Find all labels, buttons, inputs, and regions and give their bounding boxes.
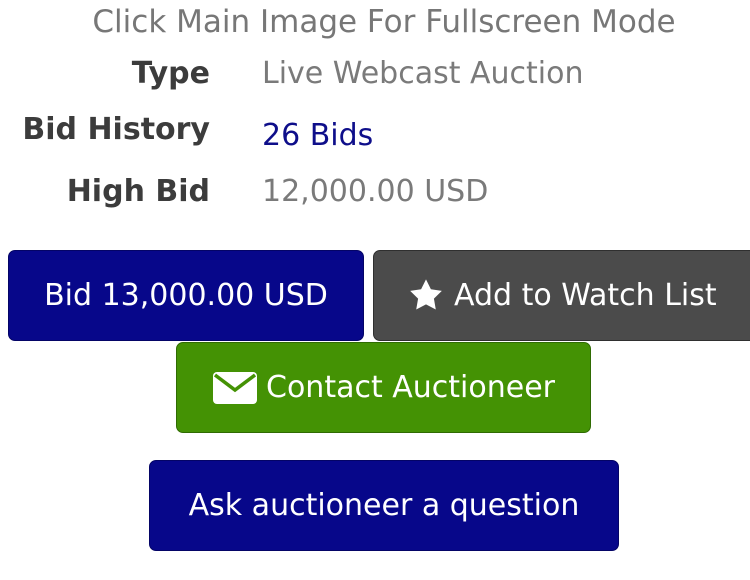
detail-row-type: Type Live Webcast Auction — [0, 56, 750, 100]
add-to-watch-list-button[interactable]: Add to Watch List — [373, 250, 750, 341]
type-value: Live Webcast Auction — [262, 56, 584, 91]
envelope-icon — [212, 371, 258, 405]
bid-button-label: Bid 13,000.00 USD — [44, 278, 328, 313]
detail-row-bid-history: Bid History 26 Bids — [0, 112, 750, 156]
contact-auctioneer-button[interactable]: Contact Auctioneer — [176, 342, 591, 433]
high-bid-value: 12,000.00 USD — [262, 174, 489, 209]
bid-button[interactable]: Bid 13,000.00 USD — [8, 250, 364, 341]
high-bid-label: High Bid — [66, 174, 210, 209]
bid-history-label: Bid History — [22, 112, 210, 147]
type-label: Type — [131, 56, 210, 91]
contact-button-label: Contact Auctioneer — [266, 370, 555, 405]
detail-row-high-bid: High Bid 12,000.00 USD — [0, 174, 750, 218]
bid-history-link[interactable]: 26 Bids — [262, 118, 373, 153]
ask-button-label: Ask auctioneer a question — [188, 488, 580, 523]
ask-question-button[interactable]: Ask auctioneer a question — [149, 460, 619, 551]
fullscreen-hint: Click Main Image For Fullscreen Mode — [92, 4, 676, 40]
watch-button-label: Add to Watch List — [454, 278, 717, 313]
star-icon — [406, 277, 446, 315]
